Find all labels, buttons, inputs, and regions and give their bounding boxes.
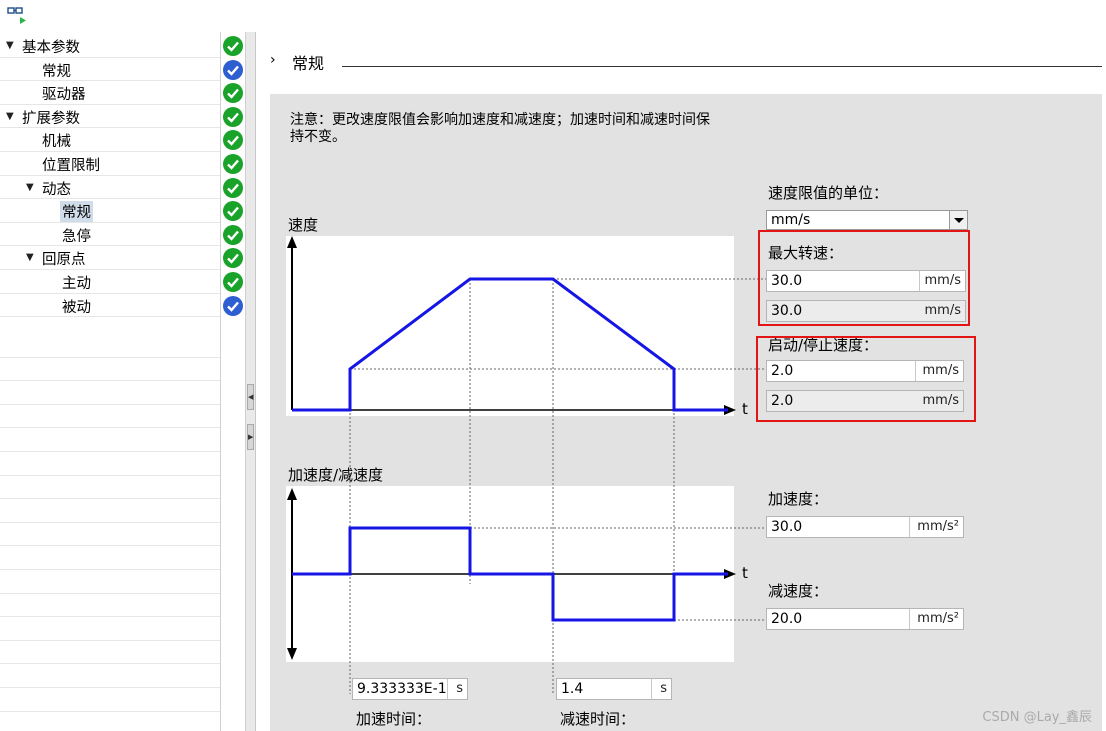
deceleration-label: 减速度： [768, 582, 829, 600]
tree-item[interactable]: 机械 [0, 128, 246, 152]
acceleration-label: 加速度： [768, 490, 829, 508]
accel-time-unit: s [456, 681, 463, 696]
tree-item-label: 基本参数 [22, 40, 80, 56]
toolbar [0, 0, 1106, 32]
acceleration-unit: mm/s² [917, 519, 959, 534]
tree-item[interactable]: 常规 [0, 58, 246, 82]
collapse-left-button[interactable]: ◀ [247, 384, 254, 410]
speed-unit-value: mm/s [771, 212, 811, 228]
check-ok-icon [223, 83, 243, 104]
check-ok-icon [223, 130, 243, 151]
check-ok-icon [223, 154, 243, 174]
tree-expand-icon[interactable]: ▼ [26, 252, 34, 263]
speed-unit-select[interactable]: mm/s [766, 210, 968, 230]
tree-item[interactable]: 驱动器 [0, 81, 246, 105]
tree-item[interactable]: 主动 [0, 270, 246, 294]
tree-item[interactable]: 位置限制 [0, 152, 246, 176]
panel-splitter[interactable]: ◀ ▶ [246, 32, 256, 731]
tree-item[interactable]: ▼ 扩展参数 [0, 105, 246, 129]
accel-chart-xlabel: t [742, 564, 748, 582]
tree-item[interactable]: ▼ 基本参数 [0, 34, 246, 58]
settings-panel: 注意：更改速度限值会影响加速度和减速度；加速时间和减速时间保持不变。 速度 加速… [270, 94, 1102, 731]
tree-item[interactable]: 急停 [0, 223, 246, 247]
decel-time-unit: s [660, 681, 667, 696]
decel-time-label: 减速时间： [560, 710, 636, 728]
tree-item[interactable]: 被动 [0, 294, 246, 318]
tree-item-label: 驱动器 [42, 87, 86, 104]
speed-unit-label: 速度限值的单位： [768, 184, 889, 202]
app-window: ▼ 基本参数 常规 驱动器 ▼ 扩展参数 机械 位置限制 ▼ 动态 常规 急停 ▼ 回原点 主动 被动 ◀ ▶… [0, 0, 1106, 731]
tree-item-label: 动态 [42, 181, 71, 198]
decel-time-value: 1.4 [561, 681, 584, 697]
section-collapse-icon[interactable]: › [270, 52, 276, 68]
expand-right-button[interactable]: ▶ [247, 424, 254, 450]
tree-item-label: 被动 [62, 299, 91, 316]
tree-item[interactable]: 常规 [0, 199, 246, 223]
check-ok-icon [223, 36, 243, 56]
check-info-icon [223, 59, 243, 80]
tree-expand-icon[interactable]: ▼ [6, 40, 14, 51]
section-divider [342, 66, 1102, 67]
tree-item-label: 主动 [62, 275, 91, 292]
deceleration-input[interactable]: 20.0 mm/s² [766, 608, 964, 630]
tree-expand-icon[interactable]: ▼ [26, 182, 34, 193]
tree-item-label: 回原点 [42, 252, 86, 269]
tree-empty-rows [0, 334, 220, 731]
tree-item[interactable]: ▼ 回原点 [0, 246, 246, 270]
accel-time-value: 9.333333E-1 [357, 681, 447, 697]
check-ok-icon [223, 201, 243, 222]
diagram-canvas [286, 236, 766, 694]
deceleration-value: 20.0 [771, 611, 803, 627]
check-ok-icon [223, 177, 243, 198]
device-view-icon[interactable] [6, 4, 32, 28]
acceleration-value: 30.0 [771, 519, 803, 535]
tree-item[interactable]: ▼ 动态 [0, 176, 246, 200]
check-ok-icon [223, 272, 243, 292]
tree-item-label: 机械 [42, 134, 71, 151]
speed-chart-xlabel: t [742, 400, 748, 418]
status-column [220, 32, 246, 731]
tree-expand-icon[interactable]: ▼ [6, 111, 14, 122]
check-ok-icon [223, 106, 243, 127]
tree-item-label: 位置限制 [42, 157, 100, 174]
check-ok-icon [223, 224, 243, 245]
navigation-tree: ▼ 基本参数 常规 驱动器 ▼ 扩展参数 机械 位置限制 ▼ 动态 常规 急停 ▼ 回原点 主动 被动 [0, 32, 246, 731]
start-stop-speed-highlight [756, 336, 976, 422]
section-title: 常规 [292, 54, 325, 73]
check-info-icon [223, 295, 243, 316]
acceleration-input[interactable]: 30.0 mm/s² [766, 516, 964, 538]
watermark: CSDN @Lay_鑫辰 [982, 710, 1092, 725]
tree-item-label: 常规 [60, 201, 93, 223]
tree-item-label: 扩展参数 [22, 110, 80, 127]
tree-item-label: 常规 [42, 63, 71, 80]
deceleration-unit: mm/s² [917, 611, 959, 626]
check-ok-icon [223, 248, 243, 269]
speed-chart-area [286, 236, 734, 416]
accel-time-label: 加速时间： [356, 710, 432, 728]
properties-panel: › 常规 注意：更改速度限值会影响加速度和减速度；加速时间和减速时间保持不变。 … [256, 32, 1106, 731]
tree-item-label: 急停 [62, 228, 91, 245]
max-speed-highlight [758, 230, 970, 326]
accel-time-input[interactable]: 9.333333E-1 s [352, 678, 468, 700]
decel-time-input[interactable]: 1.4 s [556, 678, 672, 700]
chevron-down-icon[interactable] [949, 211, 967, 229]
